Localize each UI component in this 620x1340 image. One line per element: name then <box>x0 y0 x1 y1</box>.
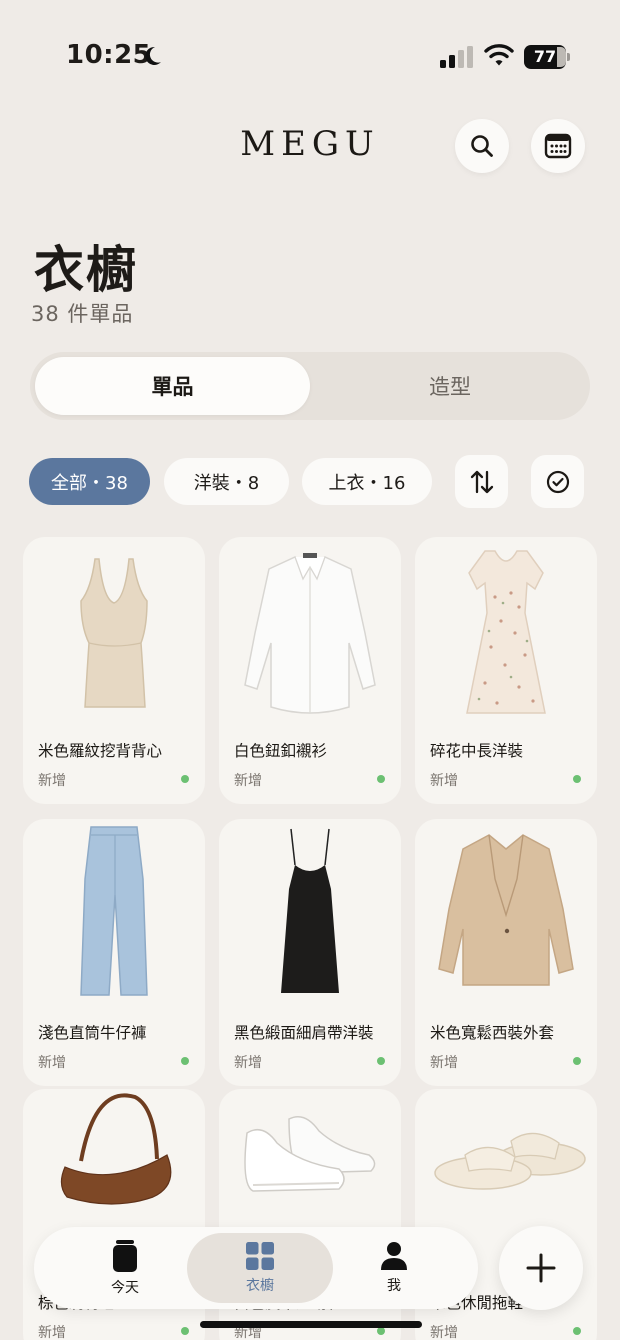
new-indicator <box>181 1057 189 1065</box>
nav-closet[interactable]: 衣櫥 <box>187 1233 333 1303</box>
item-tag: 新增 <box>234 1055 262 1071</box>
add-item-button[interactable] <box>499 1226 583 1310</box>
nav-today[interactable]: 今天 <box>52 1233 198 1303</box>
nav-today-label: 今天 <box>111 1280 139 1296</box>
sort-icon <box>470 470 493 493</box>
filter-tops[interactable]: 上衣・16 <box>302 458 432 505</box>
filter-dress[interactable]: 洋裝・8 <box>164 458 289 505</box>
moon-icon <box>145 46 161 65</box>
item-name: 碎花中長洋裝 <box>430 742 524 760</box>
item-card[interactable]: 白色鈕釦襯衫 新增 <box>219 537 401 804</box>
item-count: 38 件單品 <box>31 302 134 326</box>
new-indicator <box>377 1327 385 1335</box>
calendar-icon <box>544 133 572 159</box>
tab-items[interactable]: 單品 <box>35 357 310 415</box>
signal-icon <box>440 46 473 68</box>
item-name: 黑色緞面細肩帶洋裝 <box>234 1024 374 1042</box>
new-indicator <box>573 1327 581 1335</box>
light-jeans-image <box>80 826 148 996</box>
item-card[interactable]: 米色寬鬆西裝外套 新增 <box>415 819 597 1086</box>
status-time: 10:25 <box>66 40 152 70</box>
item-name: 淺色直筒牛仔褲 <box>38 1024 147 1042</box>
item-name: 米色羅紋挖背背心 <box>38 742 163 760</box>
item-name: 米色寬鬆西裝外套 <box>430 1024 555 1042</box>
profile-icon <box>381 1242 407 1270</box>
nav-closet-label: 衣櫥 <box>246 1278 274 1294</box>
filter-all[interactable]: 全部・38 <box>29 458 150 505</box>
item-tag: 新增 <box>430 773 458 789</box>
item-tag: 新增 <box>38 773 66 789</box>
page-title: 衣櫥 <box>34 241 138 299</box>
item-tag: 新增 <box>38 1055 66 1071</box>
item-card[interactable]: 碎花中長洋裝 新增 <box>415 537 597 804</box>
search-icon <box>471 135 493 157</box>
bottom-nav: 今天 衣櫥 我 <box>34 1227 478 1309</box>
beige-blazer-image <box>438 834 574 986</box>
item-tag: 新增 <box>430 1325 458 1340</box>
closet-grid-icon <box>246 1242 274 1270</box>
select-button[interactable] <box>531 455 584 508</box>
status-bar: 10:25 77 <box>0 0 620 110</box>
new-indicator <box>573 1057 581 1065</box>
item-card[interactable]: 淺色直筒牛仔褲 新增 <box>23 819 205 1086</box>
item-tag: 新增 <box>430 1055 458 1071</box>
home-indicator <box>200 1321 422 1328</box>
black-slip-dress-image <box>281 828 339 993</box>
nav-me-label: 我 <box>387 1278 401 1294</box>
new-indicator <box>181 1327 189 1335</box>
new-indicator <box>377 775 385 783</box>
new-indicator <box>181 775 189 783</box>
battery-level: 77 <box>533 47 557 66</box>
calendar-button[interactable] <box>531 119 585 173</box>
item-tag: 新增 <box>38 1325 66 1340</box>
item-name: 白色鈕釦襯衫 <box>234 742 328 760</box>
plus-icon <box>526 1253 556 1283</box>
view-switcher: 單品 造型 <box>30 352 590 420</box>
item-card[interactable]: 米色羅紋挖背背心 新增 <box>23 537 205 804</box>
tab-outfits[interactable]: 造型 <box>315 357 585 415</box>
item-card[interactable]: 黑色緞面細肩帶洋裝 新增 <box>219 819 401 1086</box>
today-icon <box>113 1240 137 1272</box>
check-circle-icon <box>546 470 569 493</box>
new-indicator <box>377 1057 385 1065</box>
sort-button[interactable] <box>455 455 508 508</box>
new-indicator <box>573 775 581 783</box>
brand-logo: MEGU <box>240 124 380 164</box>
battery-indicator: 77 <box>524 45 570 69</box>
item-tag: 新增 <box>234 773 262 789</box>
floral-dress-image <box>466 550 546 714</box>
white-shirt-image <box>244 553 376 714</box>
search-button[interactable] <box>455 119 509 173</box>
wifi-icon <box>484 44 514 66</box>
nav-me[interactable]: 我 <box>321 1233 467 1303</box>
beige-tank-top-image <box>80 558 148 708</box>
